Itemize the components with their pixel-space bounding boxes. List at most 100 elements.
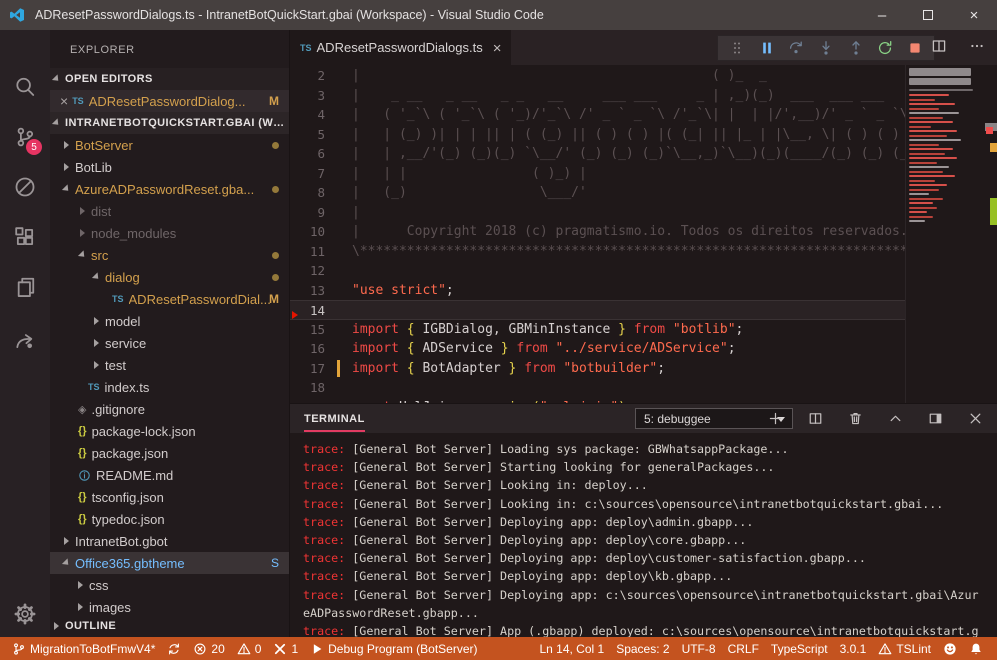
tree-item-typedoc-json[interactable]: {}typedoc.json	[50, 508, 289, 530]
debug-stop-button[interactable]	[903, 37, 927, 59]
tab-terminal[interactable]: TERMINAL	[304, 406, 365, 432]
tree-item-label: BotLib	[75, 160, 112, 175]
terminal-line: trace: [General Bot Server] Loading sys …	[303, 440, 997, 458]
debug-restart-button[interactable]	[873, 37, 897, 59]
new-terminal-button[interactable]	[763, 408, 787, 430]
statusbar-debug-program[interactable]: Debug Program (BotServer)	[304, 637, 483, 660]
tab-close-icon[interactable]: ×	[493, 40, 502, 57]
tree-item-index-ts[interactable]: TSindex.ts	[50, 376, 289, 398]
code-token: | | (_) )| | | || | ( (_) || ( ) ( ) |( …	[352, 127, 916, 142]
statusbar-encoding[interactable]: UTF-8	[676, 637, 722, 660]
activity-search[interactable]	[0, 65, 50, 109]
debug-step-into-button[interactable]	[814, 37, 838, 59]
tree-item-dialog[interactable]: dialog	[50, 266, 289, 288]
close-panel-button[interactable]	[963, 408, 987, 430]
split-editor-button[interactable]	[927, 35, 951, 57]
chevron-collapsed-icon	[80, 207, 85, 215]
outline-header[interactable]: OUTLINE	[50, 615, 289, 637]
maximize-panel-button[interactable]	[883, 408, 907, 430]
tree-item-label: css	[89, 578, 109, 593]
tree-item-tsconfig-json[interactable]: {}tsconfig.json	[50, 486, 289, 508]
chevron-expanded-icon	[62, 184, 71, 193]
debug-toolbar	[717, 35, 935, 61]
code-token: ;	[657, 361, 665, 376]
statusbar-label: MigrationToBotFmwV4*	[30, 642, 155, 656]
statusbar-git-branch-status[interactable]: MigrationToBotFmwV4*	[6, 637, 161, 660]
overview-ruler[interactable]	[985, 65, 997, 403]
terminal-text: [General Bot Server] Starting looking fo…	[345, 460, 774, 474]
workspace-folder-header[interactable]: INTRANETBOTQUICKSTART.GBAI (WO...	[50, 112, 289, 134]
tree-item-intranetbot-gbot[interactable]: IntranetBot.gbot	[50, 530, 289, 552]
minimize-button[interactable]: –	[859, 0, 905, 30]
tree-item-css[interactable]: css	[50, 574, 289, 596]
close-editor-icon[interactable]: ×	[60, 93, 68, 109]
code-editor[interactable]: 2| ( )_ _3| _ __ _ __ _ _ __ ___ ___ _ |…	[290, 65, 997, 403]
tree-item-adresetpassworddial-[interactable]: TSADResetPasswordDial...M	[50, 288, 289, 310]
statusbar-tslint-status[interactable]: TSLint	[872, 637, 937, 660]
close-panel-icon	[968, 411, 983, 426]
tree-item-service[interactable]: service	[50, 332, 289, 354]
activity-files[interactable]	[0, 265, 50, 309]
tree-item-dist[interactable]: dist	[50, 200, 289, 222]
vscode-window: ADResetPasswordDialogs.ts - IntranetBotQ…	[0, 0, 997, 660]
statusbar-notifications[interactable]	[963, 637, 989, 660]
activity-share[interactable]	[0, 318, 50, 362]
tree-item-azureadpasswordreset-gba-[interactable]: AzureADPasswordReset.gba...	[50, 178, 289, 200]
activity-settings[interactable]	[0, 592, 50, 636]
activity-source-control[interactable]: 5	[0, 115, 50, 159]
minimap-line	[909, 117, 943, 119]
status-bar: MigrationToBotFmwV4* 2001Debug Program (B…	[0, 637, 997, 660]
more-actions-button[interactable]	[965, 35, 989, 57]
open-editors-header[interactable]: OPEN EDITORS	[50, 68, 289, 90]
tree-item-office365-gbtheme[interactable]: Office365.gbthemeS	[50, 552, 289, 574]
debug-step-out-button[interactable]	[844, 37, 868, 59]
statusbar-feedback[interactable]	[937, 637, 963, 660]
statusbar-warning-count[interactable]: 0	[231, 637, 268, 660]
close-button[interactable]: ×	[951, 0, 997, 30]
code-token: import	[352, 361, 407, 376]
activity-debug-disabled[interactable]	[0, 165, 50, 209]
statusbar-language-mode[interactable]: TypeScript	[765, 637, 834, 660]
tree-item-readme-md[interactable]: README.md	[50, 464, 289, 486]
explorer-sidebar: EXPLORER OPEN EDITORS ×TSADResetPassword…	[50, 30, 290, 637]
statusbar-eol[interactable]: CRLF	[722, 637, 765, 660]
tab-adresetpassworddialogs[interactable]: TS ADResetPasswordDialogs.ts ×	[290, 30, 511, 65]
tree-item-label: .gitignore	[91, 402, 144, 417]
statusbar-ts-version[interactable]: 3.0.1	[834, 637, 873, 660]
tree-item-node-modules[interactable]: node_modules	[50, 222, 289, 244]
sync-icon	[167, 642, 181, 656]
debug-pause-button[interactable]	[755, 37, 779, 59]
statusbar-cursor-position[interactable]: Ln 14, Col 1	[533, 637, 610, 660]
activity-extensions[interactable]	[0, 215, 50, 259]
tree-item-package-json[interactable]: {}package.json	[50, 442, 289, 464]
files-icon	[14, 276, 36, 298]
maximize-button[interactable]	[905, 0, 951, 30]
statusbar-indentation[interactable]: Spaces: 2	[610, 637, 675, 660]
minimap[interactable]	[905, 65, 985, 403]
tree-item-botserver[interactable]: BotServer	[50, 134, 289, 156]
tree-item-test[interactable]: test	[50, 354, 289, 376]
statusbar-tools-count[interactable]: 1	[267, 637, 304, 660]
open-editor-item[interactable]: ×TSADResetPasswordDialog...M	[50, 90, 289, 112]
tree-item-botlib[interactable]: BotLib	[50, 156, 289, 178]
terminal-output[interactable]: trace: [General Bot Server] Loading sys …	[290, 433, 997, 638]
log-level-trace: trace:	[303, 588, 345, 602]
statusbar-sync-status[interactable]	[161, 637, 187, 660]
toggle-panel-button[interactable]	[923, 408, 947, 430]
tree-item--gitignore[interactable]: ◈.gitignore	[50, 398, 289, 420]
minimap-line	[909, 103, 955, 105]
terminal-line: eADPasswordReset.gbapp...	[303, 604, 997, 622]
play-icon	[310, 642, 324, 656]
statusbar-error-count[interactable]: 20	[187, 637, 230, 660]
minimap-line	[909, 211, 927, 213]
tree-item-package-lock-json[interactable]: {}package-lock.json	[50, 420, 289, 442]
kill-terminal-button[interactable]	[843, 408, 867, 430]
debug-step-over-button[interactable]	[784, 37, 808, 59]
split-terminal-button[interactable]	[803, 408, 827, 430]
extensions-icon	[14, 226, 36, 248]
tree-item-src[interactable]: src	[50, 244, 289, 266]
scm-changes-badge: 5	[26, 139, 42, 155]
split-editor-icon	[931, 38, 947, 54]
tree-item-model[interactable]: model	[50, 310, 289, 332]
modified-dot-badge	[272, 142, 279, 149]
